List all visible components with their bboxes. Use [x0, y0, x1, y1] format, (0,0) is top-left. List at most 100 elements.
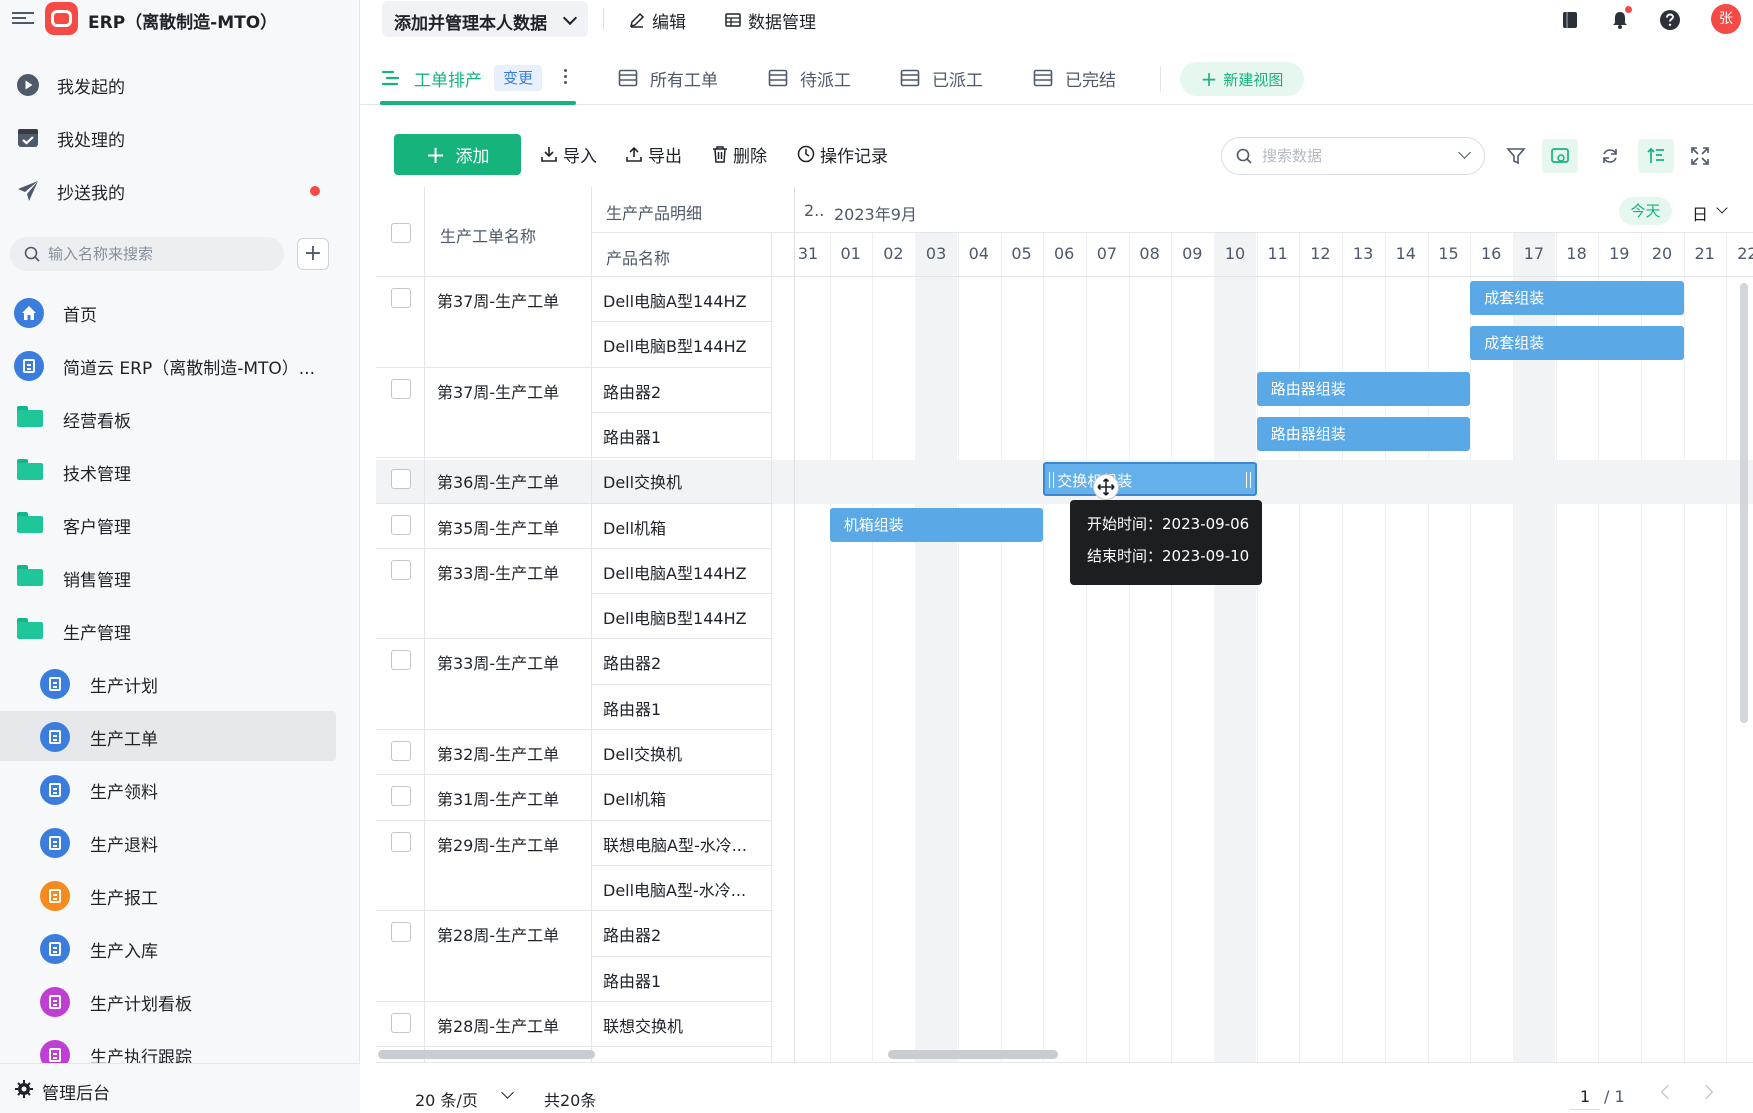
sidebar-item-plan-board[interactable]: 生产计划看板: [0, 976, 360, 1026]
add-button[interactable]: + 添加: [394, 134, 521, 175]
import-button[interactable]: 导入: [540, 142, 597, 167]
work-order-name[interactable]: 第33周-生产工单: [437, 560, 559, 584]
gantt-bar[interactable]: 交换机组装: [1043, 462, 1257, 497]
work-order-name[interactable]: 第31周-生产工单: [437, 786, 559, 810]
row-checkbox[interactable]: [391, 1012, 411, 1033]
export-button[interactable]: 导出: [625, 142, 682, 167]
help-button[interactable]: [1657, 7, 1683, 33]
sidebar-item-production[interactable]: 生产管理: [0, 605, 360, 655]
search-icon: [1236, 148, 1252, 164]
tab-dispatched[interactable]: 已派工: [900, 52, 983, 104]
tab-schedule[interactable]: 工单排产 变更: [382, 52, 543, 104]
operation-log-button[interactable]: 操作记录: [797, 142, 888, 167]
operation-log-label: 操作记录: [820, 146, 888, 167]
vertical-scrollbar[interactable]: [1740, 283, 1748, 723]
sidebar-search[interactable]: [10, 237, 284, 271]
resize-handle-right[interactable]: [1245, 472, 1251, 489]
sidebar-item-material-return[interactable]: 生产退料: [0, 817, 360, 867]
resize-handle-left[interactable]: [1049, 472, 1055, 489]
form-action-dropdown[interactable]: 添加并管理本人数据: [382, 1, 588, 37]
chevron-down-icon[interactable]: [1458, 146, 1471, 159]
prev-page-icon[interactable]: [1660, 1084, 1676, 1100]
folder-icon: [17, 512, 43, 533]
sort-button[interactable]: [1638, 139, 1674, 173]
work-order-name[interactable]: 第37周-生产工单: [437, 379, 559, 403]
row-checkbox[interactable]: [391, 469, 411, 490]
work-order-name[interactable]: 第32周-生产工单: [437, 741, 559, 765]
sidebar-item-home[interactable]: 首页: [0, 287, 360, 337]
sidebar-item-dashboard[interactable]: 经营看板: [0, 393, 360, 443]
tab-completed[interactable]: 已完结: [1033, 52, 1116, 104]
work-order-name[interactable]: 第37周-生产工单: [437, 288, 559, 312]
filter-button[interactable]: [1498, 139, 1534, 173]
sidebar-item-material-pick[interactable]: 生产领料: [0, 764, 360, 814]
folder-open-icon: [17, 618, 43, 639]
tab-all-orders[interactable]: 所有工单: [618, 52, 718, 104]
row-checkbox[interactable]: [391, 514, 411, 535]
row-checkbox[interactable]: [391, 650, 411, 671]
divider: [1160, 66, 1161, 92]
sidebar-quick-initiated[interactable]: 我发起的: [0, 60, 360, 110]
next-page-icon[interactable]: [1698, 1084, 1714, 1100]
sidebar-item-sales[interactable]: 销售管理: [0, 552, 360, 602]
card-view-button[interactable]: [1542, 139, 1578, 173]
gantt-bar[interactable]: 机箱组装: [829, 507, 1044, 542]
row-divider: [376, 1046, 771, 1048]
menu-icon[interactable]: [12, 9, 34, 27]
notification-button[interactable]: [1607, 5, 1633, 33]
today-button[interactable]: 今天: [1619, 197, 1672, 225]
book-icon-button[interactable]: [1557, 7, 1583, 33]
sidebar-add-button[interactable]: +: [297, 238, 329, 270]
table-icon: [768, 69, 788, 87]
column-header-product-name[interactable]: 产品名称: [606, 245, 670, 269]
row-checkbox[interactable]: [391, 831, 411, 852]
refresh-button[interactable]: [1592, 139, 1628, 173]
sidebar-quick-handled[interactable]: 我处理的: [0, 113, 360, 163]
table-horizontal-scrollbar[interactable]: [378, 1050, 595, 1059]
timeline-horizontal-scrollbar[interactable]: [888, 1050, 1058, 1059]
row-checkbox[interactable]: [391, 378, 411, 399]
gantt-bar[interactable]: 成套组装: [1470, 326, 1684, 361]
work-order-name[interactable]: 第28周-生产工单: [437, 922, 559, 946]
tab-more-icon[interactable]: [564, 69, 568, 87]
sidebar-quick-cc[interactable]: 抄送我的: [0, 166, 360, 216]
gantt-bar[interactable]: 路由器组装: [1256, 416, 1471, 451]
row-checkbox[interactable]: [391, 922, 411, 943]
gantt-bar[interactable]: 成套组装: [1470, 281, 1684, 315]
chevron-down-icon[interactable]: [501, 1086, 514, 1099]
row-checkbox[interactable]: [391, 741, 411, 761]
work-order-name[interactable]: 第33周-生产工单: [437, 650, 559, 674]
sidebar-item-customer[interactable]: 客户管理: [0, 499, 360, 549]
work-order-name[interactable]: 第29周-生产工单: [437, 832, 559, 856]
select-all-checkbox[interactable]: [391, 223, 411, 243]
page-size-select[interactable]: 20 条/页: [415, 1087, 478, 1111]
fullscreen-button[interactable]: [1682, 139, 1718, 173]
sidebar-item-warehousing[interactable]: 生产入库: [0, 923, 360, 973]
data-search[interactable]: [1221, 137, 1485, 175]
data-search-input[interactable]: [1262, 138, 1442, 174]
row-checkbox[interactable]: [391, 786, 411, 807]
sidebar-item-production-plan[interactable]: 生产计划: [0, 658, 360, 708]
row-checkbox[interactable]: [391, 288, 411, 308]
work-order-name[interactable]: 第36周-生产工单: [437, 469, 559, 493]
time-scale-select[interactable]: 日: [1692, 201, 1728, 225]
current-page-input[interactable]: 1: [1570, 1082, 1600, 1110]
sidebar-search-input[interactable]: [48, 237, 278, 271]
data-manage-button[interactable]: 数据管理: [724, 8, 816, 33]
new-view-button[interactable]: + 新建视图: [1180, 62, 1304, 96]
sidebar-item-work-order[interactable]: 生产工单: [0, 711, 336, 761]
sidebar-item-report-work[interactable]: 生产报工: [0, 870, 360, 920]
user-avatar[interactable]: 张: [1711, 4, 1741, 34]
work-order-name[interactable]: 第35周-生产工单: [437, 515, 559, 539]
gantt-bar[interactable]: 路由器组装: [1256, 371, 1471, 406]
tab-pending-dispatch[interactable]: 待派工: [768, 52, 851, 104]
sidebar-item-tech[interactable]: 技术管理: [0, 446, 360, 496]
column-header-order-name[interactable]: 生产工单名称: [440, 223, 536, 247]
admin-entry[interactable]: 管理后台: [0, 1063, 360, 1113]
edit-button[interactable]: 编辑: [628, 8, 686, 33]
sidebar-item-erp-app[interactable]: 简道云 ERP（离散制造-MTO）...: [0, 340, 360, 390]
row-checkbox[interactable]: [391, 559, 411, 580]
delete-button[interactable]: 删除: [712, 142, 767, 167]
work-order-name[interactable]: 第28周-生产工单: [437, 1013, 559, 1037]
sidebar-item-label: 销售管理: [63, 571, 131, 591]
